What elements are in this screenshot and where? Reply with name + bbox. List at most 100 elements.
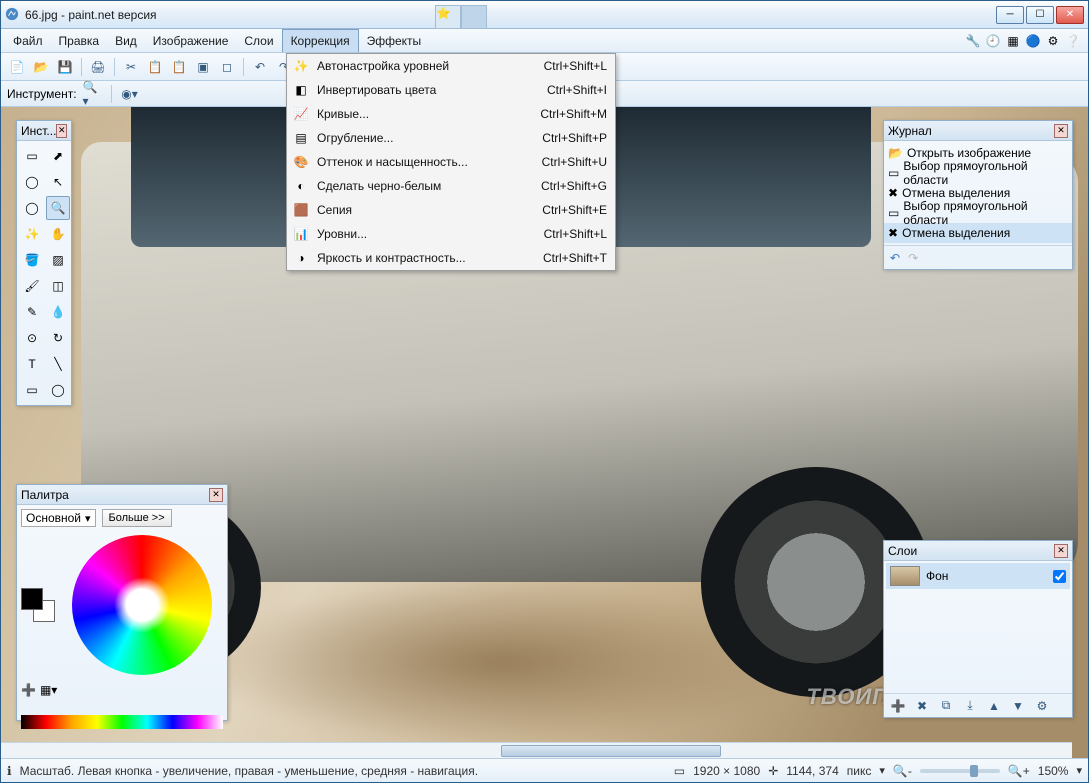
move-up-icon[interactable]: ▲ — [984, 696, 1004, 716]
palette-close-icon[interactable]: ✕ — [209, 488, 223, 502]
eraser-tool[interactable]: ◫ — [46, 274, 70, 298]
rect-select-icon: ▭ — [888, 166, 899, 180]
print-icon[interactable]: 🖨 — [88, 57, 108, 77]
layer-row[interactable]: Фон — [886, 563, 1070, 589]
dd-curves[interactable]: 📈Кривые...Ctrl+Shift+M — [287, 102, 615, 126]
titlebar: 66.jpg - paint.net версия ─ ☐ ✕ — [1, 1, 1088, 29]
merge-down-icon[interactable]: ⤓ — [960, 696, 980, 716]
dd-invert[interactable]: ◧Инвертировать цветаCtrl+Shift+I — [287, 78, 615, 102]
redo-icon[interactable]: ↷ — [908, 251, 918, 265]
zoom-tool-icon[interactable]: 🔍▾ — [83, 84, 103, 104]
move-selection-tool[interactable]: ⬈ — [46, 144, 70, 168]
layers-toggle-icon[interactable]: ▦ — [1004, 32, 1022, 50]
deselect-icon[interactable]: ◻ — [217, 57, 237, 77]
recolor-tool[interactable]: ↻ — [46, 326, 70, 350]
dd-hue-sat[interactable]: 🎨Оттенок и насыщенность...Ctrl+Shift+U — [287, 150, 615, 174]
gradient-tool[interactable]: ▨ — [46, 248, 70, 272]
menu-view[interactable]: Вид — [107, 29, 145, 52]
layer-visible-checkbox[interactable] — [1053, 570, 1066, 583]
ellipse-select-tool[interactable]: ◯ — [20, 196, 44, 220]
history-item[interactable]: ▭Выбор прямоугольной области — [884, 163, 1072, 183]
zoom-tool[interactable]: 🔍 — [46, 196, 70, 220]
add-layer-icon[interactable]: ➕ — [888, 696, 908, 716]
history-close-icon[interactable]: ✕ — [1054, 124, 1068, 138]
adjustments-dropdown: ✨Автонастройка уровнейCtrl+Shift+L ◧Инве… — [286, 53, 616, 271]
copy-icon[interactable]: 📋 — [145, 57, 165, 77]
zoom-in-icon[interactable]: 🔍+ — [1008, 764, 1030, 778]
color-mode-select[interactable]: Основной ▾ — [21, 509, 96, 527]
menu-layers[interactable]: Слои — [236, 29, 281, 52]
menu-adjustments[interactable]: Коррекция — [282, 29, 359, 52]
dd-auto-level[interactable]: ✨Автонастройка уровнейCtrl+Shift+L — [287, 54, 615, 78]
doc-thumb[interactable]: ⭐ — [435, 5, 461, 29]
maximize-button[interactable]: ☐ — [1026, 6, 1054, 24]
posterize-icon: ▤ — [291, 128, 311, 148]
dd-brightness[interactable]: ◑Яркость и контрастность...Ctrl+Shift+T — [287, 246, 615, 270]
layers-close-icon[interactable]: ✕ — [1054, 544, 1068, 558]
color-swatches[interactable] — [21, 588, 55, 622]
tools-close-icon[interactable]: ✕ — [56, 124, 67, 138]
dimensions-icon: ▭ — [674, 764, 685, 778]
hue-strip[interactable] — [21, 715, 223, 729]
colors-toggle-icon[interactable]: 🔵 — [1024, 32, 1042, 50]
new-icon[interactable]: 📄 — [7, 57, 27, 77]
horizontal-scrollbar[interactable] — [1, 742, 1072, 758]
zoom-value[interactable]: 150% — [1038, 764, 1069, 778]
pan-tool[interactable]: ✋ — [46, 222, 70, 246]
tools-toggle-icon[interactable]: 🔧 — [964, 32, 982, 50]
fill-tool[interactable]: 🪣 — [20, 248, 44, 272]
dd-levels[interactable]: 📊Уровни...Ctrl+Shift+L — [287, 222, 615, 246]
magic-wand-tool[interactable]: ✨ — [20, 222, 44, 246]
text-tool[interactable]: T — [20, 352, 44, 376]
menu-effects[interactable]: Эффекты — [359, 29, 430, 52]
minimize-button[interactable]: ─ — [996, 6, 1024, 24]
rect-tool[interactable]: ▭ — [20, 378, 44, 402]
settings-icon[interactable]: ⚙ — [1044, 32, 1062, 50]
crop-icon[interactable]: ▣ — [193, 57, 213, 77]
sepia-icon: 🟫 — [291, 200, 311, 220]
more-button[interactable]: Больше >> — [102, 509, 172, 527]
duplicate-layer-icon[interactable]: ⧉ — [936, 696, 956, 716]
pencil-tool[interactable]: ✎ — [20, 300, 44, 324]
rect-select-tool[interactable]: ▭ — [20, 144, 44, 168]
status-hint: Масштаб. Левая кнопка - увеличение, прав… — [20, 764, 479, 778]
close-button[interactable]: ✕ — [1056, 6, 1084, 24]
layer-name: Фон — [926, 569, 948, 583]
undo-icon[interactable]: ↶ — [250, 57, 270, 77]
tool-label: Инструмент: — [7, 87, 77, 101]
sampling-icon[interactable]: ◉▾ — [120, 84, 140, 104]
ellipse-tool[interactable]: ◯ — [46, 378, 70, 402]
undo-icon[interactable]: ↶ — [890, 251, 900, 265]
dd-bw[interactable]: ◐Сделать черно-белымCtrl+Shift+G — [287, 174, 615, 198]
cut-icon[interactable]: ✂ — [121, 57, 141, 77]
zoom-out-icon[interactable]: 🔍- — [893, 764, 912, 778]
color-picker-tool[interactable]: 💧 — [46, 300, 70, 324]
history-toggle-icon[interactable]: 🕘 — [984, 32, 1002, 50]
add-swatch-icon[interactable]: ➕ — [21, 683, 36, 697]
color-wheel[interactable] — [72, 535, 212, 675]
move-tool[interactable]: ↖ — [46, 170, 70, 194]
open-icon: 📂 — [888, 146, 903, 160]
line-tool[interactable]: ╲ — [46, 352, 70, 376]
clone-tool[interactable]: ⊙ — [20, 326, 44, 350]
units-selector[interactable]: пикс — [847, 764, 872, 778]
menu-file[interactable]: Файл — [5, 29, 51, 52]
move-down-icon[interactable]: ▼ — [1008, 696, 1028, 716]
history-item[interactable]: ▭Выбор прямоугольной области — [884, 203, 1072, 223]
paste-icon[interactable]: 📋 — [169, 57, 189, 77]
menu-edit[interactable]: Правка — [51, 29, 108, 52]
help-icon[interactable]: ❔ — [1064, 32, 1082, 50]
open-icon[interactable]: 📂 — [31, 57, 51, 77]
dd-posterize[interactable]: ▤Огрубление...Ctrl+Shift+P — [287, 126, 615, 150]
save-icon[interactable]: 💾 — [55, 57, 75, 77]
lasso-tool[interactable]: ◯ — [20, 170, 44, 194]
layer-props-icon[interactable]: ⚙ — [1032, 696, 1052, 716]
brush-tool[interactable]: 🖌 — [20, 274, 44, 298]
palette-menu-icon[interactable]: ▦▾ — [40, 683, 57, 697]
doc-thumb-current[interactable] — [461, 5, 487, 29]
dd-sepia[interactable]: 🟫СепияCtrl+Shift+E — [287, 198, 615, 222]
primary-color[interactable] — [21, 588, 43, 610]
menu-image[interactable]: Изображение — [145, 29, 237, 52]
delete-layer-icon[interactable]: ✖ — [912, 696, 932, 716]
zoom-slider[interactable] — [920, 769, 1000, 773]
